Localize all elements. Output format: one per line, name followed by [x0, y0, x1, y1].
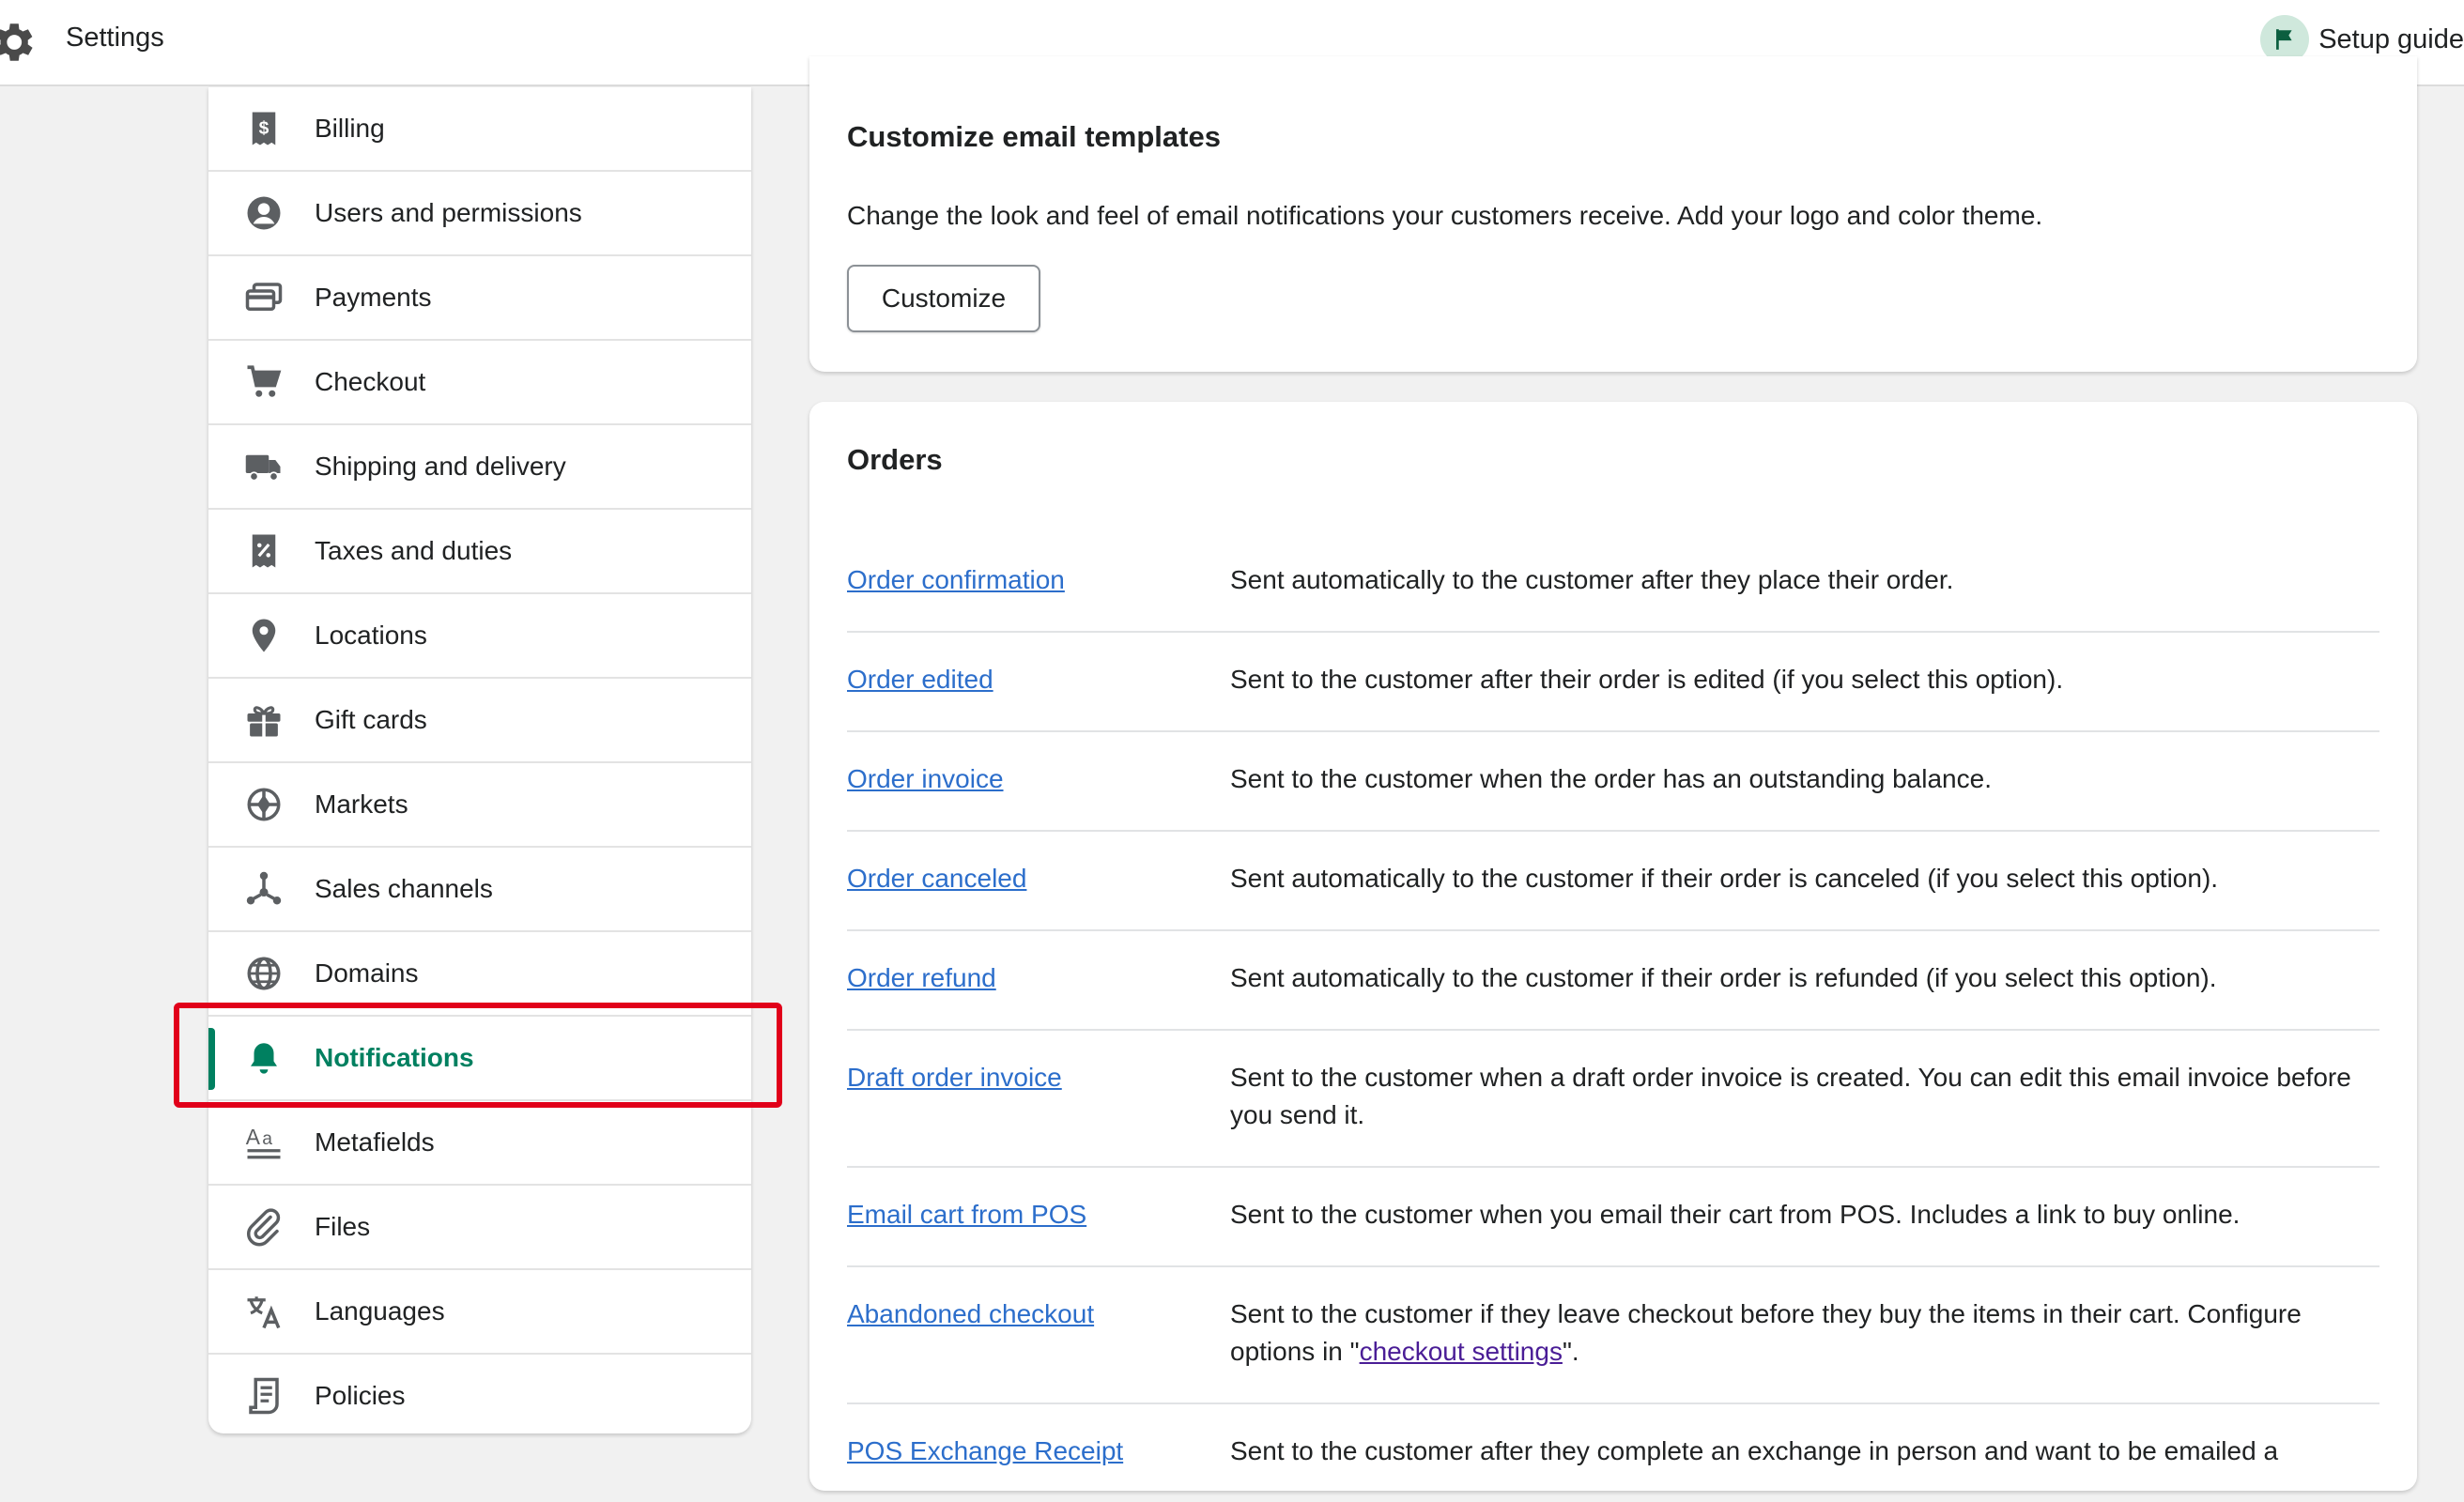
list-item: Email cart from POS Sent to the customer…	[847, 1168, 2379, 1267]
sidebar-item-label: Users and permissions	[315, 198, 582, 227]
sidebar-item-payments[interactable]: Payments	[208, 256, 751, 341]
sidebar-item-label: Gift cards	[315, 705, 427, 734]
sidebar-item-label: Markets	[315, 789, 408, 819]
list-item: Order refund Sent automatically to the c…	[847, 931, 2379, 1031]
list-item: Order canceled Sent automatically to the…	[847, 832, 2379, 931]
row-description: Sent to the customer after their order i…	[1230, 665, 2064, 694]
page-title: Settings	[66, 23, 164, 53]
payments-icon	[244, 278, 284, 317]
list-item: Order confirmation Sent automatically to…	[847, 533, 2379, 633]
sidebar-item-shipping-and-delivery[interactable]: Shipping and delivery	[208, 425, 751, 510]
order-edited-link[interactable]: Order edited	[847, 665, 993, 695]
active-indicator	[208, 1028, 215, 1090]
row-description: Sent to the customer if they leave check…	[1230, 1295, 2379, 1371]
sidebar-item-label: Payments	[315, 283, 432, 312]
row-description: Sent to the customer when you email thei…	[1230, 1200, 2241, 1229]
orders-card: Orders Order confirmation Sent automatic…	[809, 402, 2417, 1491]
user-icon	[244, 193, 284, 233]
email-templates-card: Customize email templates Change the loo…	[809, 56, 2417, 372]
billing-icon: $	[244, 109, 284, 148]
order-canceled-link[interactable]: Order canceled	[847, 864, 1026, 894]
sidebar-item-label: Checkout	[315, 367, 426, 396]
sidebar-item-locations[interactable]: Locations	[208, 594, 751, 679]
cart-icon	[244, 362, 284, 402]
row-description: Sent automatically to the customer if th…	[1230, 864, 2219, 893]
sidebar-item-files[interactable]: Files	[208, 1186, 751, 1270]
sidebar-item-label: Notifications	[315, 1043, 474, 1072]
policies-icon	[244, 1376, 284, 1416]
sidebar-item-metafields[interactable]: Aa Metafields	[208, 1101, 751, 1186]
order-confirmation-link[interactable]: Order confirmation	[847, 565, 1065, 595]
order-refund-link[interactable]: Order refund	[847, 963, 996, 993]
truck-icon	[244, 447, 284, 486]
draft-order-invoice-link[interactable]: Draft order invoice	[847, 1063, 1062, 1093]
customize-button[interactable]: Customize	[847, 265, 1040, 332]
sidebar-item-users-and-permissions[interactable]: Users and permissions	[208, 172, 751, 256]
sidebar-item-label: Shipping and delivery	[315, 452, 566, 481]
row-description-text-end: ".	[1562, 1337, 1579, 1366]
sidebar-item-label: Locations	[315, 621, 427, 650]
svg-text:$: $	[259, 118, 270, 138]
paperclip-icon	[244, 1207, 284, 1247]
location-pin-icon	[244, 616, 284, 655]
metafields-icon: Aa	[244, 1123, 284, 1162]
sidebar-item-label: Metafields	[315, 1127, 435, 1157]
sidebar-item-label: Domains	[315, 958, 419, 988]
sidebar-item-label: Sales channels	[315, 874, 493, 903]
setup-guide-label: Setup guide	[2318, 23, 2464, 54]
email-cart-from-pos-link[interactable]: Email cart from POS	[847, 1200, 1086, 1230]
settings-sidebar: $ Billing Users and permissions Payments…	[208, 87, 751, 1433]
bell-icon	[244, 1038, 284, 1078]
sidebar-item-markets[interactable]: Markets	[208, 763, 751, 848]
row-description: Sent to the customer after they complete…	[1230, 1436, 2279, 1465]
svg-text:a: a	[262, 1129, 272, 1149]
sidebar-item-checkout[interactable]: Checkout	[208, 341, 751, 425]
sidebar-item-sales-channels[interactable]: Sales channels	[208, 848, 751, 932]
sidebar-item-notifications[interactable]: Notifications	[208, 1017, 751, 1101]
sidebar-item-gift-cards[interactable]: Gift cards	[208, 679, 751, 763]
languages-icon	[244, 1292, 284, 1331]
sidebar-item-label: Files	[315, 1212, 371, 1241]
sidebar-item-label: Policies	[315, 1381, 406, 1410]
row-description: Sent automatically to the customer after…	[1230, 565, 1954, 594]
list-item: POS Exchange Receipt Sent to the custome…	[847, 1404, 2379, 1502]
sidebar-item-billing[interactable]: $ Billing	[208, 87, 751, 172]
gift-icon	[244, 700, 284, 740]
list-item: Abandoned checkout Sent to the customer …	[847, 1267, 2379, 1404]
globe-icon	[244, 954, 284, 993]
list-item: Draft order invoice Sent to the customer…	[847, 1031, 2379, 1168]
orders-notification-list: Order confirmation Sent automatically to…	[847, 533, 2379, 1502]
abandoned-checkout-link[interactable]: Abandoned checkout	[847, 1299, 1094, 1329]
markets-icon	[244, 785, 284, 824]
svg-text:A: A	[246, 1125, 261, 1149]
row-description: Sent automatically to the customer if th…	[1230, 963, 2217, 992]
sidebar-item-languages[interactable]: Languages	[208, 1270, 751, 1355]
tax-icon	[244, 531, 284, 571]
sidebar-item-taxes-and-duties[interactable]: Taxes and duties	[208, 510, 751, 594]
list-item: Order edited Sent to the customer after …	[847, 633, 2379, 732]
sales-channels-icon	[244, 869, 284, 909]
sidebar-item-label: Taxes and duties	[315, 536, 513, 565]
email-templates-description: Change the look and feel of email notifi…	[847, 201, 2043, 230]
sidebar-item-policies[interactable]: Policies	[208, 1355, 751, 1433]
orders-title: Orders	[847, 443, 943, 476]
sidebar-item-label: Languages	[315, 1296, 445, 1326]
row-description: Sent to the customer when the order has …	[1230, 764, 1992, 793]
list-item: Order invoice Sent to the customer when …	[847, 732, 2379, 832]
row-description: Sent to the customer when a draft order …	[1230, 1063, 2351, 1129]
sidebar-item-label: Billing	[315, 114, 385, 143]
pos-exchange-receipt-link[interactable]: POS Exchange Receipt	[847, 1436, 1123, 1466]
checkout-settings-link[interactable]: checkout settings	[1360, 1337, 1563, 1366]
sidebar-item-domains[interactable]: Domains	[208, 932, 751, 1017]
email-templates-title: Customize email templates	[847, 120, 1221, 153]
order-invoice-link[interactable]: Order invoice	[847, 764, 1004, 794]
gear-icon[interactable]	[0, 17, 38, 68]
